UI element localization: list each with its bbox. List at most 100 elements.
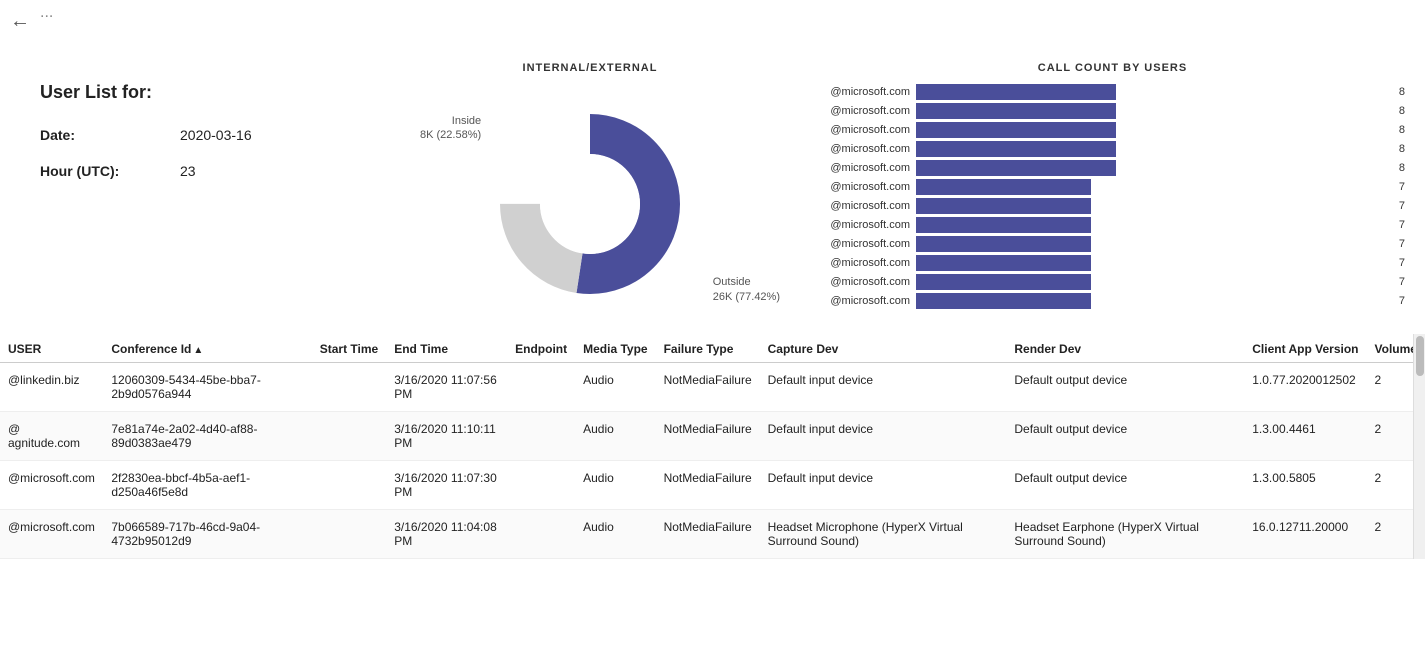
bar-fill: [916, 217, 1091, 233]
bar-label: @microsoft.com: [820, 238, 910, 250]
bar-row: @microsoft.com 8: [820, 141, 1405, 157]
sort-icon: ▲: [193, 345, 203, 356]
hour-label: Hour (UTC):: [40, 163, 180, 179]
bar-row: @microsoft.com 7: [820, 198, 1405, 214]
cell-start_time: [312, 461, 386, 510]
bar-fill: [916, 179, 1091, 195]
cell-endpoint: [507, 363, 575, 412]
bar-chart-section: CALL COUNT BY USERS @microsoft.com8@micr…: [780, 62, 1405, 324]
table-row: @linkedin.biz12060309-5434-45be-bba7-2b9…: [0, 363, 1425, 412]
bar-row: @microsoft.com 7: [820, 179, 1405, 195]
col-header-conference_id[interactable]: Conference Id ▲: [103, 334, 311, 363]
bar-track: [916, 84, 1389, 100]
bar-value: 7: [1399, 181, 1405, 193]
bar-value: 7: [1399, 238, 1405, 250]
bar-label: @microsoft.com: [820, 181, 910, 193]
bar-fill: [916, 103, 1116, 119]
panel-title: User List for:: [40, 82, 400, 103]
cell-failure_type: NotMediaFailure: [656, 461, 760, 510]
cell-media_type: Audio: [575, 461, 655, 510]
bar-fill: [916, 141, 1116, 157]
col-header-end_time: End Time: [386, 334, 507, 363]
cell-conference_id: 7e81a74e-2a02-4d40-af88-89d0383ae479: [103, 412, 311, 461]
bar-value: 8: [1399, 105, 1405, 117]
cell-conference_id: 12060309-5434-45be-bba7-2b9d0576a944: [103, 363, 311, 412]
bar-label: @microsoft.com: [820, 219, 910, 231]
bar-label: @microsoft.com: [820, 105, 910, 117]
bar-value: 7: [1399, 200, 1405, 212]
donut-chart-section: INTERNAL/EXTERNAL Inside 8K (22.58%) Out…: [400, 62, 780, 324]
bar-track: [916, 198, 1389, 214]
bar-label: @microsoft.com: [820, 143, 910, 155]
col-header-capture_dev: Capture Dev: [760, 334, 1007, 363]
hour-row: Hour (UTC): 23: [40, 163, 400, 179]
bar-value: 8: [1399, 162, 1405, 174]
table-header-row: USERConference Id ▲Start TimeEnd TimeEnd…: [0, 334, 1425, 363]
bar-value: 8: [1399, 124, 1405, 136]
col-header-failure_type: Failure Type: [656, 334, 760, 363]
bar-row: @microsoft.com7: [820, 255, 1405, 271]
bar-row: @microsoft.com 7: [820, 217, 1405, 233]
bar-value: 7: [1399, 276, 1405, 288]
bar-track: [916, 255, 1389, 271]
table-row: @microsoft.com7b066589-717b-46cd-9a04-47…: [0, 510, 1425, 559]
cell-client_app: 16.0.12711.20000: [1244, 510, 1366, 559]
col-header-user: USER: [0, 334, 103, 363]
bar-value: 7: [1399, 219, 1405, 231]
bar-row: @microsoft.com8: [820, 84, 1405, 100]
hour-value: 23: [180, 163, 196, 179]
back-button[interactable]: ←: [10, 10, 30, 33]
bar-fill: [916, 122, 1116, 138]
cell-capture_dev: Default input device: [760, 363, 1007, 412]
bar-label: @microsoft.com: [820, 200, 910, 212]
bar-label: @microsoft.com: [820, 295, 910, 307]
bar-value: 8: [1399, 143, 1405, 155]
scrollbar-right[interactable]: [1413, 334, 1425, 559]
cell-user: @linkedin.biz: [0, 363, 103, 412]
cell-media_type: Audio: [575, 510, 655, 559]
col-header-client_app: Client App Version: [1244, 334, 1366, 363]
bar-value: 7: [1399, 295, 1405, 307]
breadcrumb-ellipsis: ...: [0, 4, 1425, 22]
bar-track: [916, 160, 1389, 176]
col-header-start_time: Start Time: [312, 334, 386, 363]
bar-track: [916, 122, 1389, 138]
bar-value: 7: [1399, 257, 1405, 269]
bar-row: @microsoft.com 7: [820, 293, 1405, 309]
cell-endpoint: [507, 412, 575, 461]
cell-render_dev: Headset Earphone (HyperX Virtual Surroun…: [1006, 510, 1244, 559]
cell-render_dev: Default output device: [1006, 412, 1244, 461]
cell-end_time: 3/16/2020 11:10:11 PM: [386, 412, 507, 461]
table-section: USERConference Id ▲Start TimeEnd TimeEnd…: [0, 334, 1425, 559]
bar-fill: [916, 84, 1116, 100]
table-row: @microsoft.com2f2830ea-bbcf-4b5a-aef1-d2…: [0, 461, 1425, 510]
cell-capture_dev: Default input device: [760, 461, 1007, 510]
date-row: Date: 2020-03-16: [40, 127, 400, 143]
bar-row: @microsoft.com 8: [820, 103, 1405, 119]
cell-render_dev: Default output device: [1006, 363, 1244, 412]
cell-render_dev: Default output device: [1006, 461, 1244, 510]
bar-track: [916, 141, 1389, 157]
bar-label: @microsoft.com: [820, 124, 910, 136]
cell-client_app: 1.0.77.2020012502: [1244, 363, 1366, 412]
bar-track: [916, 236, 1389, 252]
bar-track: [916, 274, 1389, 290]
cell-user: @microsoft.com: [0, 461, 103, 510]
cell-media_type: Audio: [575, 412, 655, 461]
bar-label: @microsoft.com: [820, 162, 910, 174]
cell-start_time: [312, 412, 386, 461]
bar-row: @microsoft.com 7: [820, 236, 1405, 252]
bar-track: [916, 103, 1389, 119]
donut-chart-title: INTERNAL/EXTERNAL: [523, 62, 658, 74]
cell-start_time: [312, 510, 386, 559]
bar-fill: [916, 160, 1116, 176]
bar-chart-container: @microsoft.com 8 @microsoft.com 8 @microsoft…: [820, 84, 1405, 309]
cell-user: @ agnitude.com: [0, 412, 103, 461]
cell-client_app: 1.3.00.5805: [1244, 461, 1366, 510]
cell-end_time: 3/16/2020 11:04:08 PM: [386, 510, 507, 559]
bar-fill: [916, 255, 1091, 271]
date-value: 2020-03-16: [180, 127, 252, 143]
cell-failure_type: NotMediaFailure: [656, 363, 760, 412]
cell-end_time: 3/16/2020 11:07:56 PM: [386, 363, 507, 412]
donut-inside-label: Inside 8K (22.58%): [420, 114, 481, 143]
